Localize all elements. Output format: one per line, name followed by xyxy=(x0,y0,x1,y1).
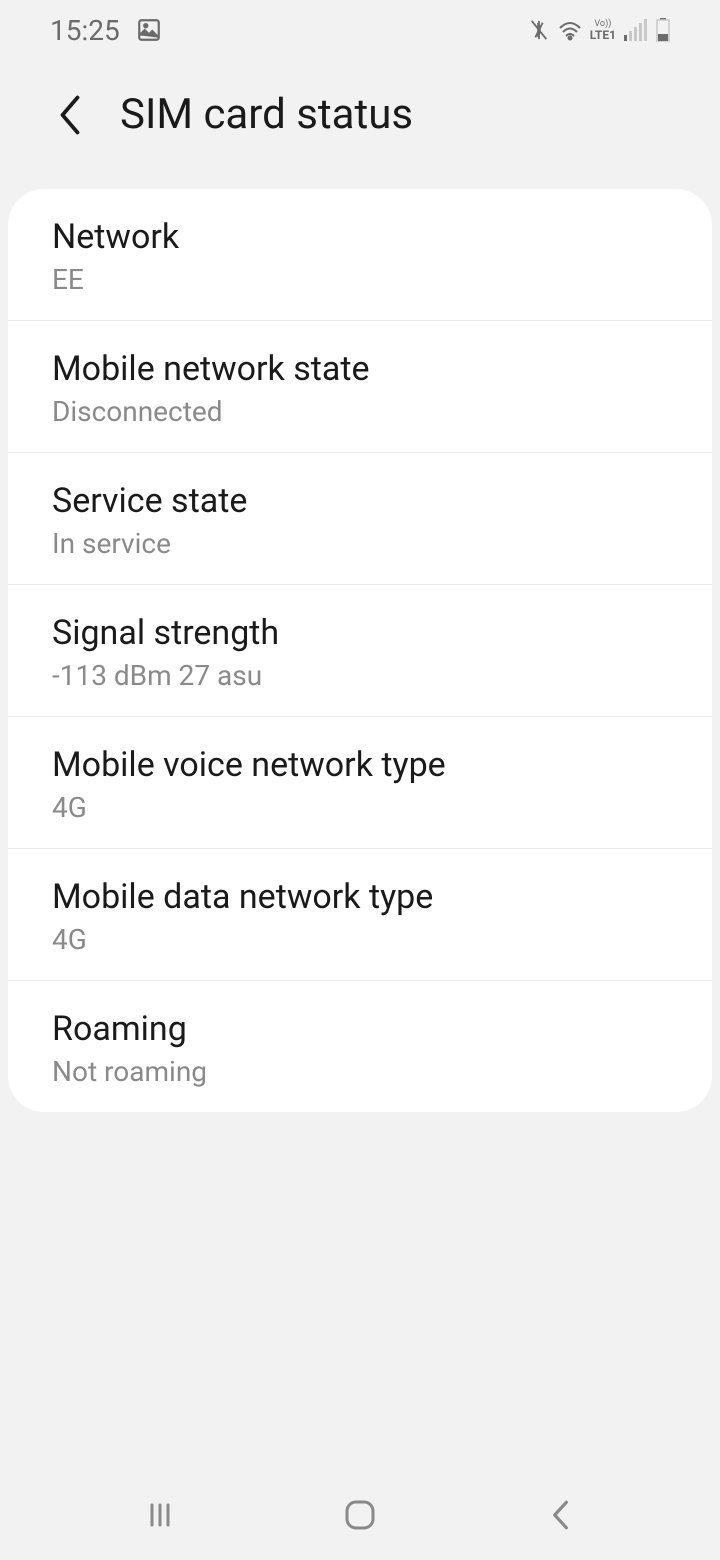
row-value: 4G xyxy=(52,791,668,824)
navigation-bar xyxy=(0,1470,720,1560)
status-left: 15:25 xyxy=(50,14,162,47)
status-right: Vo)) LTE1 xyxy=(528,18,670,42)
chevron-left-icon xyxy=(547,1498,573,1532)
row-label: Mobile voice network type xyxy=(52,745,668,785)
row-label: Network xyxy=(52,217,668,257)
settings-card: Network EE Mobile network state Disconne… xyxy=(8,189,712,1112)
row-value: -113 dBm 27 asu xyxy=(52,659,668,692)
wifi-icon xyxy=(558,19,582,41)
back-nav-button[interactable] xyxy=(530,1485,590,1545)
signal-icon xyxy=(624,19,648,41)
home-icon xyxy=(343,1498,377,1532)
status-bar: 15:25 Vo)) LTE1 xyxy=(0,0,720,60)
page-title: SIM card status xyxy=(120,90,413,139)
header: SIM card status xyxy=(0,60,720,189)
row-label: Signal strength xyxy=(52,613,668,653)
row-value: EE xyxy=(52,263,668,296)
row-service-state[interactable]: Service state In service xyxy=(8,453,712,585)
row-value: In service xyxy=(52,527,668,560)
row-label: Roaming xyxy=(52,1009,668,1049)
chevron-left-icon xyxy=(56,95,84,135)
recents-icon xyxy=(144,1499,176,1531)
row-signal-strength[interactable]: Signal strength -113 dBm 27 asu xyxy=(8,585,712,717)
row-roaming[interactable]: Roaming Not roaming xyxy=(8,981,712,1112)
row-mobile-voice-network-type[interactable]: Mobile voice network type 4G xyxy=(8,717,712,849)
picture-icon xyxy=(136,17,162,43)
row-mobile-network-state[interactable]: Mobile network state Disconnected xyxy=(8,321,712,453)
row-label: Service state xyxy=(52,481,668,521)
row-value: Not roaming xyxy=(52,1055,668,1088)
status-time: 15:25 xyxy=(50,14,120,47)
row-value: Disconnected xyxy=(52,395,668,428)
row-value: 4G xyxy=(52,923,668,956)
recents-button[interactable] xyxy=(130,1485,190,1545)
lte-indicator: Vo)) LTE1 xyxy=(590,19,616,41)
mute-icon xyxy=(528,19,550,41)
row-label: Mobile network state xyxy=(52,349,668,389)
back-button[interactable] xyxy=(50,95,90,135)
row-label: Mobile data network type xyxy=(52,877,668,917)
row-mobile-data-network-type[interactable]: Mobile data network type 4G xyxy=(8,849,712,981)
battery-icon xyxy=(656,18,670,42)
home-button[interactable] xyxy=(330,1485,390,1545)
row-network[interactable]: Network EE xyxy=(8,189,712,321)
